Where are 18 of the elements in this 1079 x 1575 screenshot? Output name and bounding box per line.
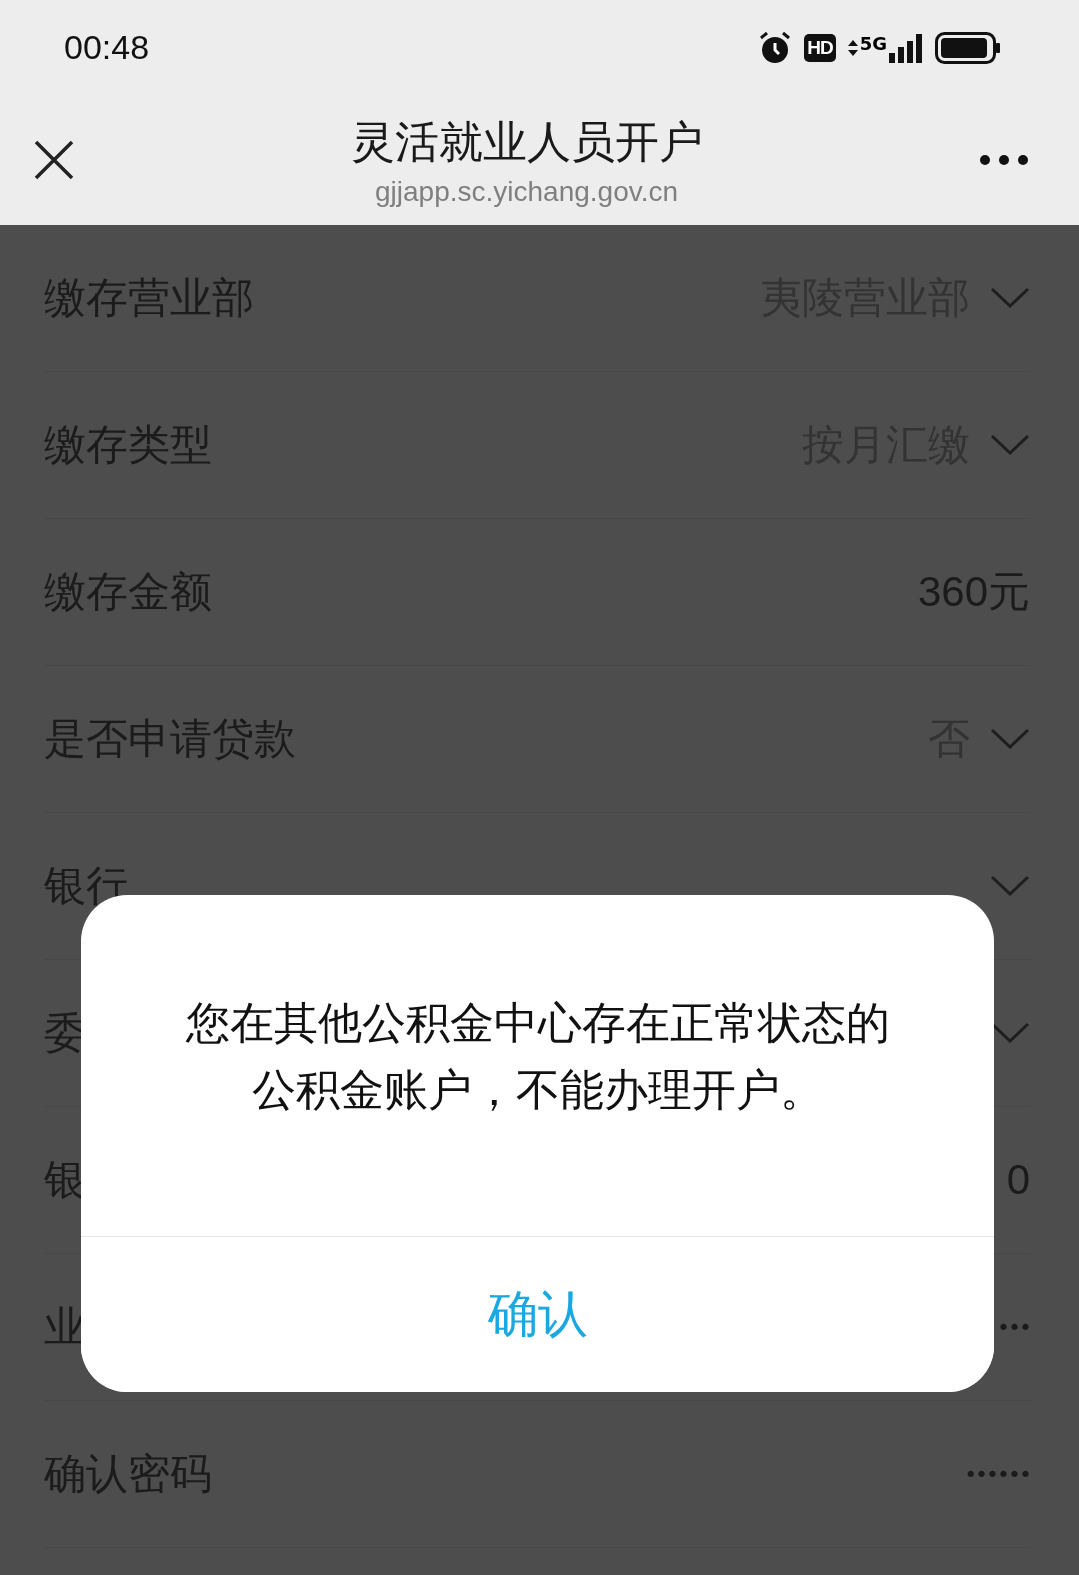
page-title: 灵活就业人员开户 (350, 114, 703, 169)
more-icon[interactable] (979, 154, 1029, 166)
password-value: ••• (997, 1314, 1030, 1340)
confirm-button[interactable]: 确认 (81, 1236, 994, 1392)
password-value: •••••• (964, 1461, 1030, 1487)
battery-icon (935, 31, 1001, 64)
signal-icon (889, 32, 923, 63)
network-label: 5G (859, 32, 887, 54)
hd-badge: HD (804, 33, 836, 62)
alarm-clock-icon (758, 30, 793, 65)
chevron-down-icon (990, 287, 1030, 309)
chevron-down-icon (990, 434, 1030, 456)
dialog-message: 您在其他公积金中心存在正常状态的公积金账户，不能办理开户。 (184, 995, 891, 1117)
close-icon[interactable] (34, 140, 74, 180)
chevron-down-icon (990, 875, 1030, 897)
page-url: gjjapp.sc.yichang.gov.cn (375, 175, 678, 208)
chevron-down-icon (990, 728, 1030, 750)
status-time: 00:48 (64, 28, 150, 67)
